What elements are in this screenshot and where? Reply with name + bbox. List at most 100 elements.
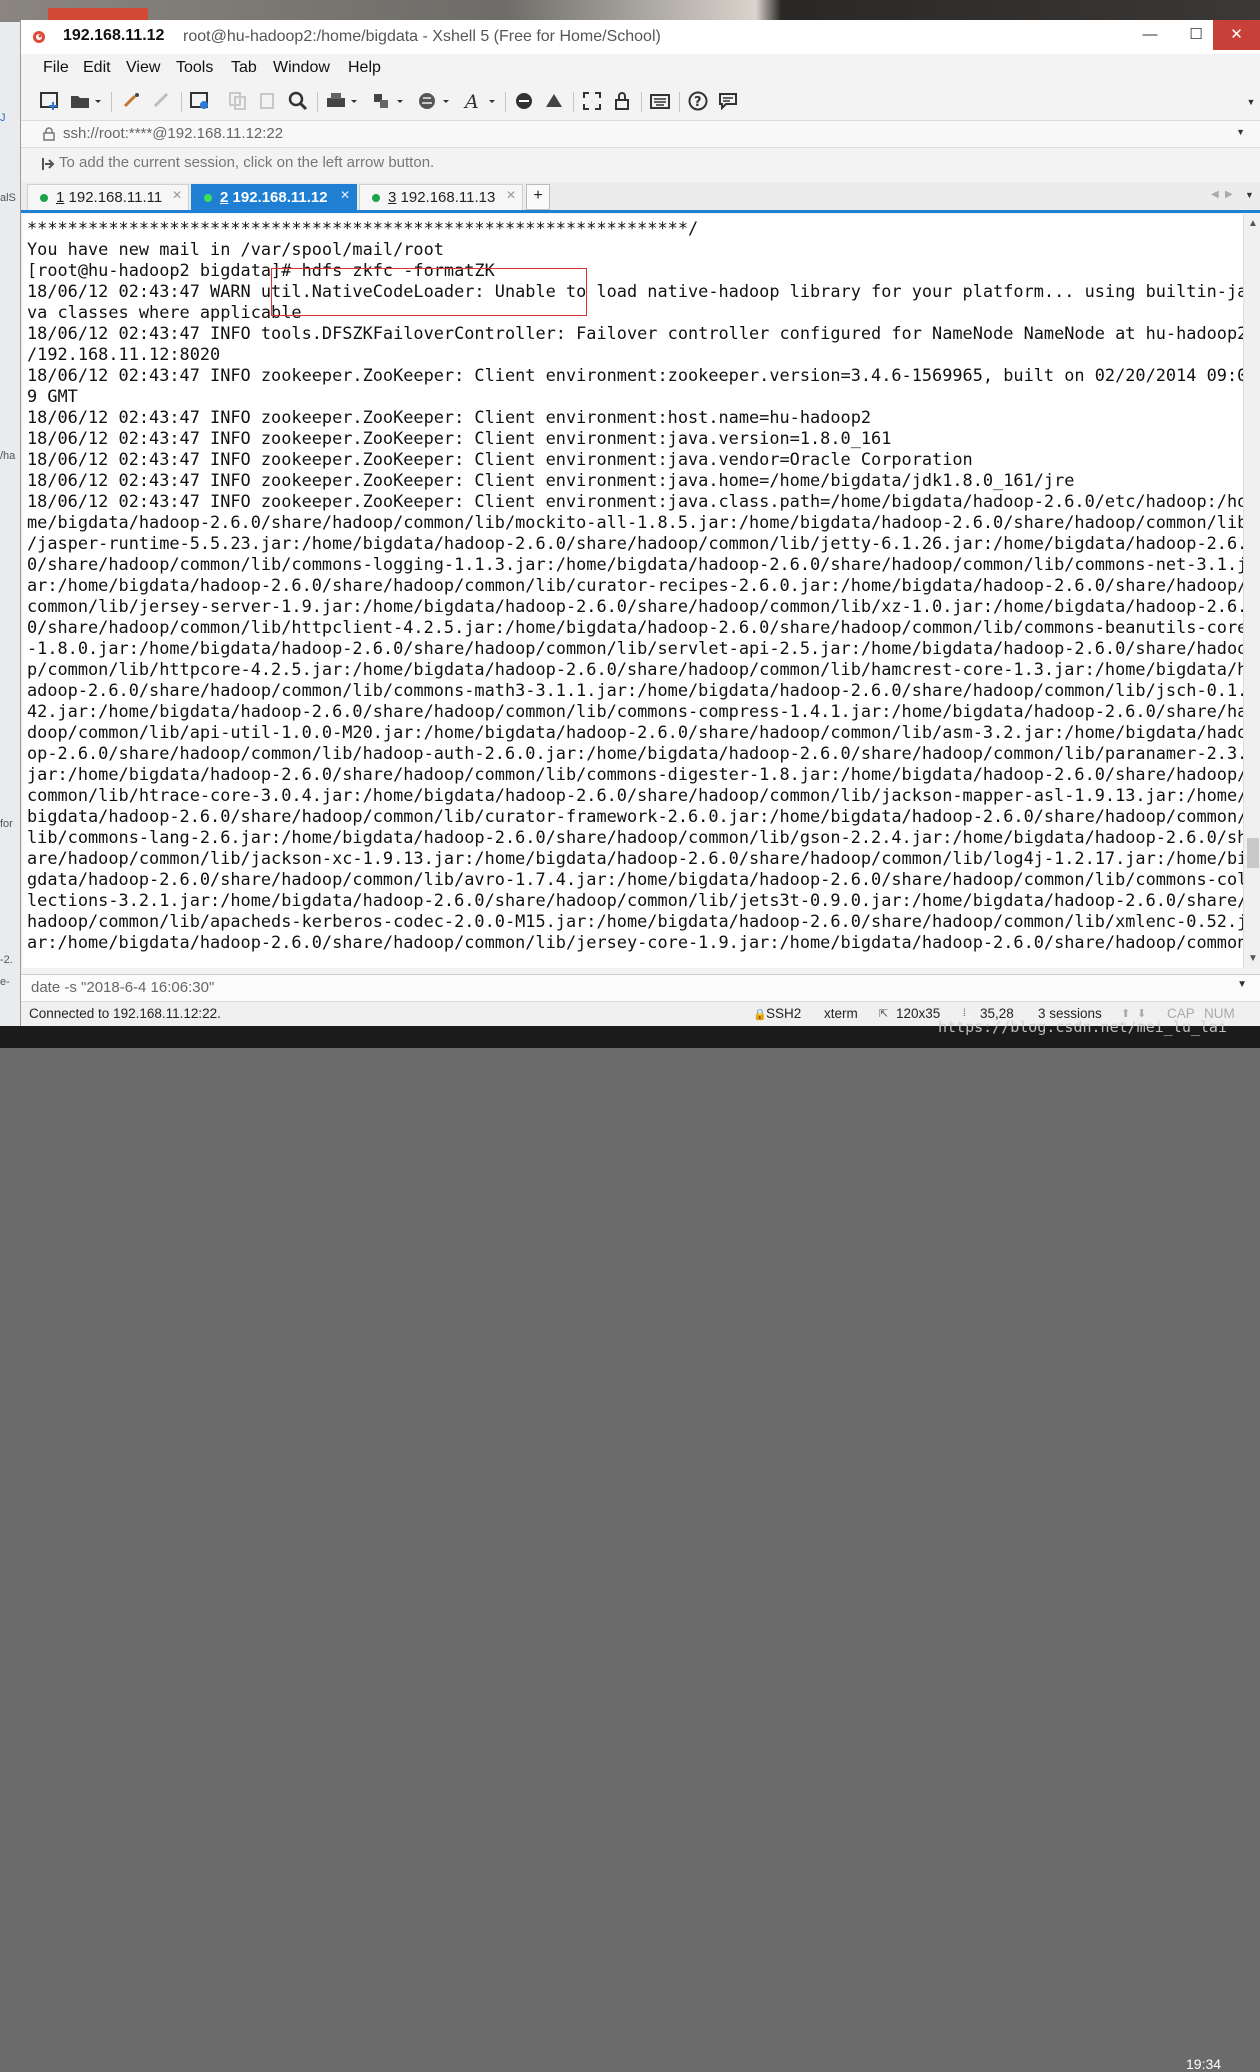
xshell-window: 192.168.11.12 root@hu-hadoop2:/home/bigd… [20,20,1260,1026]
tab-close-icon[interactable]: ✕ [172,182,182,208]
tab-session-3[interactable]: 3 192.168.11.13 ✕ [359,184,523,211]
background-fragment: alS [0,192,16,204]
background-fragment: -2. [0,954,13,966]
blog-watermark: https://blog.csdn.net/mei_lu_lai [938,1018,1227,1036]
fullscreen-icon[interactable] [581,90,605,114]
menu-file[interactable]: File [43,59,69,77]
menu-help[interactable]: Help [348,59,381,77]
terminal-line: adoop-2.6.0/share/hadoop/common/lib/comm… [27,680,1243,700]
compose-input[interactable]: date -s "2018-6-4 16:06:30" [31,979,214,996]
terminal-line: /192.168.11.12:8020 [27,344,221,364]
highlight-box [271,268,587,316]
terminal-output[interactable]: ****************************************… [23,214,1243,968]
terminal-line: 0/share/hadoop/common/lib/httpclient-4.2… [27,617,1243,637]
toolbar-separator [317,92,318,112]
toolbar-separator [505,92,506,112]
reconnect-icon[interactable] [121,90,145,114]
address-dropdown-icon[interactable]: ▼ [1236,127,1245,137]
connected-status-icon [372,194,380,202]
terminal-line: hadoop/common/lib/apacheds-kerberos-code… [27,911,1243,931]
size-icon: ⇱ [879,1008,889,1020]
tab-list-icon[interactable]: ▼ [1245,190,1254,200]
disconnect-icon[interactable] [151,90,175,114]
title-bar[interactable]: 192.168.11.12 root@hu-hadoop2:/home/bigd… [21,20,1260,54]
tab-session-2[interactable]: 2 192.168.11.12 ✕ [191,184,357,211]
hint-text: To add the current session, click on the… [59,154,435,171]
background-window-edge: J alS /ha for -2. e- [0,22,21,1026]
terminal-line: va classes where applicable [27,302,302,322]
terminal-line: lib/commons-lang-2.6.jar:/home/bigdata/h… [27,827,1243,847]
xshell-logo-icon [33,31,45,43]
globe-icon[interactable] [417,90,453,114]
add-session-arrow-icon[interactable] [39,156,55,172]
open-folder-icon[interactable] [69,90,105,114]
menu-window[interactable]: Window [273,59,330,77]
protocol-label: SSH2 [766,1006,802,1021]
tab-session-1[interactable]: 1 192.168.11.11 ✕ [27,184,189,211]
terminal-line: op-2.6.0/share/hadoop/common/lib/hadoop-… [27,743,1243,763]
minimize-button[interactable]: — [1127,20,1173,50]
menu-view[interactable]: View [126,59,160,77]
chat-icon[interactable] [717,90,741,114]
tab-close-icon[interactable]: ✕ [340,182,350,208]
compose-bar[interactable]: date -s "2018-6-4 16:06:30" ▼ [21,974,1260,1002]
compose-dropdown-icon[interactable]: ▼ [1237,979,1247,990]
scroll-down-icon[interactable]: ▼ [1248,953,1258,964]
menu-tools[interactable]: Tools [176,59,213,77]
toolbar-overflow-icon[interactable]: ▼ [1245,90,1257,114]
scroll-up-icon[interactable]: ▲ [1248,218,1258,229]
tab-scroll-left-icon[interactable]: ◀ [1211,189,1219,200]
terminal-line: 18/06/12 02:43:47 INFO tools.DFSZKFailov… [27,323,1243,343]
tab-label: 2 192.168.11.12 [220,189,328,206]
find-icon[interactable] [287,90,311,114]
tab-scroll-right-icon[interactable]: ▶ [1225,189,1233,200]
terminal-line: 0/share/hadoop/common/lib/commons-loggin… [27,554,1243,574]
tab-label: 1 192.168.11.11 [56,189,163,206]
toolbar-separator [111,92,112,112]
terminal-line: 18/06/12 02:43:47 WARN util.NativeCodeLo… [27,281,1243,301]
toolbar-separator [573,92,574,112]
close-button[interactable]: ✕ [1213,20,1260,50]
background-fragment: e- [0,976,10,988]
ssh-lock-icon: 🔒 [753,1009,767,1021]
terminal-line: bigdata/hadoop-2.6.0/share/hadoop/common… [27,806,1243,826]
terminal-line: ar:/home/bigdata/hadoop-2.6.0/share/hado… [27,932,1243,952]
add-tab-button[interactable]: + [526,184,550,210]
keyboard-icon[interactable] [649,90,673,114]
help-icon[interactable]: ? [687,90,711,114]
background-fragment: J [0,112,6,124]
address-bar[interactable]: ssh://root:****@192.168.11.12:22 ▼ [21,120,1260,148]
background-fragment: /ha [0,450,16,462]
properties-icon[interactable] [189,90,213,114]
terminal-line: 18/06/12 02:43:47 INFO zookeeper.ZooKeep… [27,449,973,469]
xshell-tunnel-icon[interactable] [543,90,567,114]
address-input[interactable]: ssh://root:****@192.168.11.12:22 [63,125,283,142]
terminal-line: lections-3.2.1.jar:/home/bigdata/hadoop-… [27,890,1243,910]
scrollbar-thumb[interactable] [1247,838,1259,868]
terminal-line: -1.8.0.jar:/home/bigdata/hadoop-2.6.0/sh… [27,638,1243,658]
terminal-line: /jasper-runtime-5.5.23.jar:/home/bigdata… [27,533,1243,553]
xftp-icon[interactable] [513,90,537,114]
terminal-line: 9 GMT [27,386,78,406]
paste-icon[interactable] [257,90,281,114]
menu-edit[interactable]: Edit [83,59,111,77]
tab-close-icon[interactable]: ✕ [506,182,516,208]
connected-status-icon [40,194,48,202]
font-icon[interactable]: A [463,90,499,114]
terminal-scrollbar[interactable]: ▲ ▼ [1243,214,1260,968]
copy-icon[interactable] [227,90,251,114]
taskbar-clock: 19:34 [1186,2056,1222,2072]
menu-bar: File Edit View Tools Tab Window Help [21,54,1260,82]
new-session-icon[interactable] [39,90,63,114]
toolbar-separator [181,92,182,112]
menu-tab[interactable]: Tab [231,59,257,77]
terminal-line: 18/06/12 02:43:47 INFO zookeeper.ZooKeep… [27,470,1075,490]
svg-text:?: ? [694,95,702,110]
lock-icon[interactable] [611,90,635,114]
terminal-line: ****************************************… [27,218,699,238]
transfer-icon[interactable] [371,90,407,114]
window-title: root@hu-hadoop2:/home/bigdata - Xshell 5… [183,28,661,45]
tab-underline [21,210,1260,213]
terminal-line: 42.jar:/home/bigdata/hadoop-2.6.0/share/… [27,701,1243,721]
print-icon[interactable] [325,90,361,114]
